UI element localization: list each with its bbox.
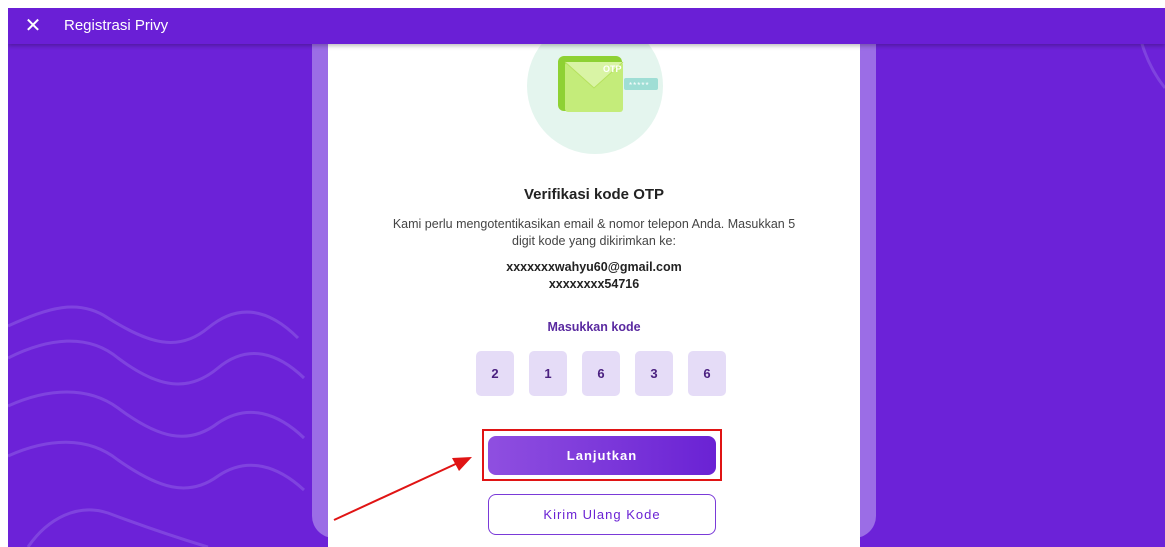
otp-digit-2[interactable]: 1 — [529, 351, 567, 396]
otp-digit-5[interactable]: 6 — [688, 351, 726, 396]
page-title: Registrasi Privy — [64, 17, 169, 34]
otp-digit-1[interactable]: 2 — [476, 351, 514, 396]
masked-email: xxxxxxxwahyu60@gmail.com — [506, 260, 682, 274]
resend-code-button[interactable]: Kirim Ulang Kode — [488, 494, 716, 535]
close-icon[interactable]: ✕ — [22, 15, 44, 37]
otp-illustration — [527, 38, 663, 154]
code-label: Masukkan kode — [547, 320, 641, 334]
otp-input-group: 2 1 6 3 6 — [468, 351, 728, 397]
otp-digit-3[interactable]: 6 — [582, 351, 620, 396]
continue-button[interactable]: Lanjutkan — [488, 436, 716, 475]
otp-card: OTP ***** Verifikasi kode OTP Kami perlu… — [328, 38, 860, 547]
app-background: ✕ Registrasi Privy OTP ***** Verifikasi … — [8, 8, 1165, 547]
masked-phone: xxxxxxxx54716 — [548, 277, 640, 291]
verification-title: Verifikasi kode OTP — [523, 186, 665, 203]
otp-illustration-label: OTP — [603, 64, 622, 74]
otp-digit-4[interactable]: 3 — [635, 351, 673, 396]
app-header: ✕ Registrasi Privy — [8, 8, 1165, 44]
verification-description: Kami perlu mengotentikasikan email & nom… — [392, 217, 796, 248]
otp-illustration-masked: ***** — [629, 81, 650, 90]
